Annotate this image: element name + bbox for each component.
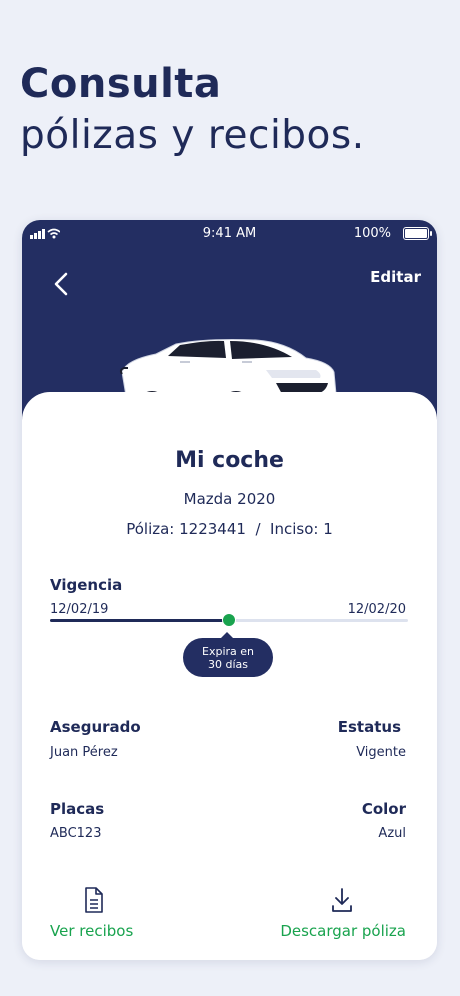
view-receipts-button[interactable]: Ver recibos [50, 922, 133, 940]
policy-number: Póliza: 1223441 / Inciso: 1 [126, 520, 333, 538]
validity-progress-fill [50, 619, 229, 622]
plates-value: ABC123 [50, 826, 102, 841]
promo-title: Consulta [20, 61, 222, 107]
vehicle-card: Mi coche Mazda 2020 Póliza: 1223441 / In… [22, 392, 437, 960]
insured-value: Juan Pérez [50, 745, 118, 760]
download-policy-button[interactable]: Descargar póliza [280, 922, 406, 940]
promo-subtitle: pólizas y recibos. [20, 113, 365, 158]
color-label: Color [361, 800, 406, 818]
status-bar: 9:41 AM 100% [22, 220, 437, 246]
validity-progress-knob [222, 613, 236, 627]
validity-end: 12/02/20 [347, 602, 406, 617]
validity-start: 12/02/19 [50, 602, 109, 617]
promo-headline: Consulta pólizas y recibos. [20, 58, 365, 162]
download-icon[interactable] [330, 886, 354, 914]
vehicle-name: Mi coche [175, 448, 284, 473]
vehicle-model: Mazda 2020 [183, 490, 276, 508]
color-value: Azul [378, 826, 406, 841]
expiry-tooltip-line1: Expira en [202, 645, 254, 658]
insured-label: Asegurado [50, 718, 141, 736]
status-value: Vigente [356, 745, 406, 760]
plates-label: Placas [50, 800, 105, 818]
header-bar: 9:41 AM 100% Editar [22, 220, 437, 421]
battery-percent: 100% [353, 226, 391, 241]
validity-label: Vigencia [50, 576, 123, 594]
status-label: Estatus [337, 718, 401, 736]
battery-icon [403, 227, 432, 240]
expiry-tooltip: Expira en 30 días [183, 632, 273, 677]
document-icon[interactable] [82, 886, 106, 914]
edit-button[interactable]: Editar [370, 268, 421, 286]
phone-screen: 9:41 AM 100% Editar Mi coche Mazda 2020 [22, 220, 437, 960]
expiry-tooltip-line2: 30 días [207, 658, 248, 671]
back-chevron-icon[interactable] [50, 270, 74, 298]
